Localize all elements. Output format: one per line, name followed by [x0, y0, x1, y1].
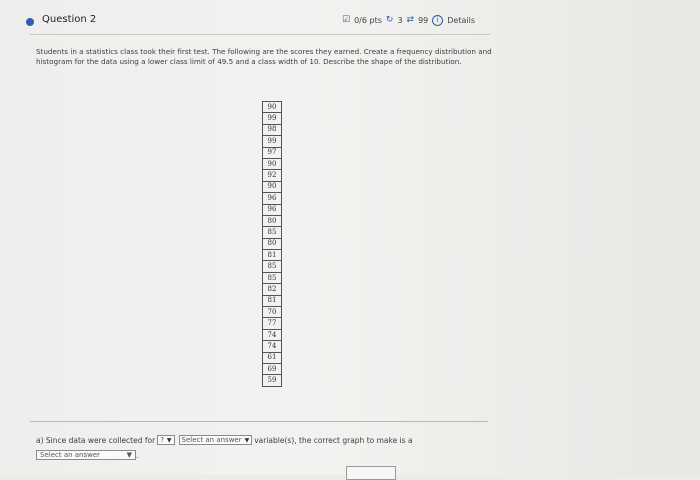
score-cell: 82 — [262, 283, 282, 296]
scores-table: 90 99 98 99 97 90 92 90 96 96 80 85 80 81 85 85 82 81 70 77… — [262, 100, 282, 387]
score-cell: 99 — [262, 112, 282, 125]
score-cell: 90 — [262, 180, 282, 194]
table-row: 70 — [262, 306, 282, 319]
table-row: 81 — [262, 294, 282, 308]
score-cell: 90 — [262, 100, 282, 114]
answer-part-a: a) Since data were collected for ? ▼ Sel… — [36, 435, 413, 445]
table-row: 82 — [262, 283, 282, 296]
retry-icon: ↻ — [385, 15, 394, 25]
score-cell: 81 — [262, 249, 282, 262]
table-row: 69 — [262, 362, 282, 376]
score-cell: 81 — [262, 294, 282, 308]
score-cell: 96 — [262, 203, 282, 216]
variable-count-value: ? — [160, 436, 164, 444]
score-cell: 80 — [262, 237, 282, 251]
score-cell: 90 — [262, 157, 282, 171]
variable-type-value: Select an answer — [181, 436, 242, 444]
table-row: 80 — [262, 214, 282, 228]
table-row: 90 — [262, 157, 282, 171]
score-cell: 74 — [262, 328, 282, 342]
table-row: 77 — [262, 317, 282, 330]
end-punctuation: . — [136, 450, 139, 460]
table-row: 59 — [262, 374, 282, 387]
table-row: 92 — [262, 169, 282, 182]
graph-type-value: Select an answer — [40, 451, 101, 459]
chevron-down-icon: ▼ — [126, 451, 132, 459]
table-row: 74 — [262, 328, 282, 342]
score-cell: 70 — [262, 306, 282, 319]
table-row: 74 — [262, 340, 282, 353]
table-row: 90 — [262, 180, 282, 194]
graph-type-select[interactable]: Select an answer ▼ — [36, 450, 136, 460]
question-meta: ☑ 0/6 pts ↻ 3 ⇄ 99 i Details — [342, 15, 475, 26]
score-cell: 99 — [262, 135, 282, 148]
table-row: 81 — [262, 249, 282, 262]
table-row: 85 — [262, 260, 282, 273]
question-header: Question 2 ☑ 0/6 pts ↻ 3 ⇄ 99 i Details — [20, 10, 500, 36]
variable-type-select[interactable]: Select an answer ▼ — [178, 435, 253, 445]
chevron-down-icon: ▼ — [166, 436, 172, 444]
info-circle-icon[interactable]: i — [432, 15, 444, 26]
score-cell: 59 — [262, 374, 282, 387]
retries-count: 3 — [397, 16, 403, 25]
cycle-icon: ⇄ — [406, 15, 415, 25]
question-status-dot — [26, 18, 34, 26]
score-cell: 96 — [262, 192, 282, 205]
table-row: 85 — [262, 226, 282, 239]
problem-text: Students in a statistics class took thei… — [36, 47, 492, 66]
score-cell: 74 — [262, 340, 282, 353]
edit-square-icon: ☑ — [342, 15, 351, 25]
score-cell: 97 — [262, 146, 282, 159]
score-cell: 92 — [262, 169, 282, 182]
points-label: 0/6 pts — [354, 16, 382, 25]
table-row: 96 — [262, 203, 282, 216]
score-cell: 85 — [262, 226, 282, 239]
part-a-suffix: variable(s), the correct graph to make i… — [254, 435, 413, 445]
table-row: 98 — [262, 123, 282, 137]
answer-part-a-graph: Select an answer ▼ . — [36, 450, 138, 460]
variable-count-select[interactable]: ? ▼ — [157, 435, 175, 445]
question-page: Question 2 ☑ 0/6 pts ↻ 3 ⇄ 99 i Details … — [0, 0, 700, 480]
table-row: 61 — [262, 351, 282, 365]
chevron-down-icon: ▼ — [244, 436, 250, 444]
score-cell: 85 — [262, 260, 282, 273]
score-cell: 69 — [262, 362, 282, 376]
score-cell: 61 — [262, 351, 282, 365]
score-cell: 77 — [262, 317, 282, 330]
table-row: 99 — [262, 112, 282, 125]
answer-divider — [30, 421, 488, 422]
score-cell: 80 — [262, 214, 282, 228]
score-cell: 85 — [262, 271, 282, 285]
score-cell: 98 — [262, 123, 282, 137]
table-row: 99 — [262, 135, 282, 148]
table-row: 85 — [262, 271, 282, 285]
question-title: Question 2 — [42, 14, 97, 25]
table-row: 90 — [262, 100, 282, 114]
part-a-prefix: a) Since data were collected for — [36, 435, 156, 445]
attempts-count: 99 — [418, 16, 429, 25]
table-row: 97 — [262, 146, 282, 159]
table-row: 96 — [262, 192, 282, 205]
header-divider — [30, 34, 490, 35]
answer-input-box[interactable] — [346, 466, 396, 480]
details-link[interactable]: Details — [447, 16, 475, 25]
table-row: 80 — [262, 237, 282, 251]
